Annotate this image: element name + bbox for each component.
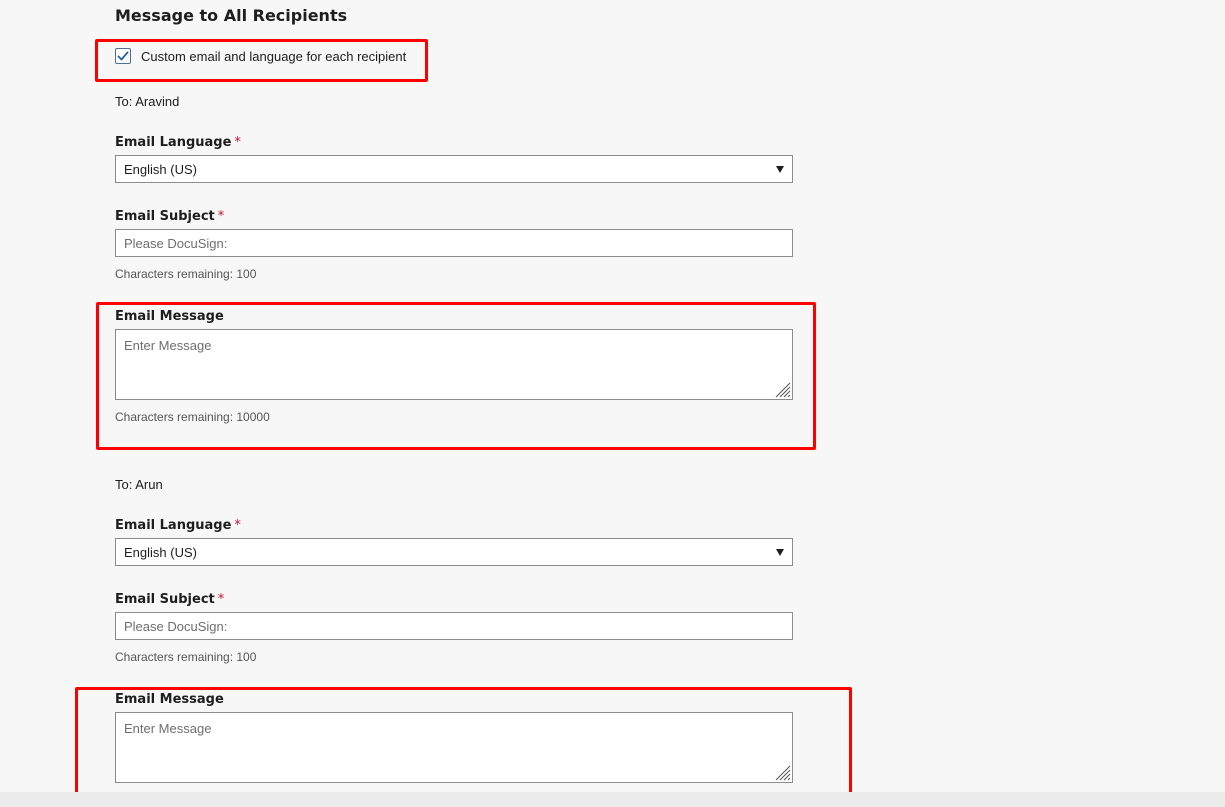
email-subject-label-text: Email Subject xyxy=(115,209,215,224)
email-message-textarea[interactable] xyxy=(115,712,793,783)
email-language-label-text: Email Language xyxy=(115,518,232,533)
required-marker: * xyxy=(234,518,241,533)
email-language-select[interactable]: English (US) xyxy=(115,155,793,183)
message-characters-remaining: Characters remaining: 10000 xyxy=(115,410,270,424)
email-language-label: Email Language * xyxy=(115,518,241,533)
email-language-selected-value: English (US) xyxy=(124,161,197,177)
subject-characters-remaining: Characters remaining: 100 xyxy=(115,650,257,664)
email-message-textarea[interactable] xyxy=(115,329,793,400)
message-settings-page: Message to All Recipients Custom email a… xyxy=(0,0,1225,807)
email-message-wrapper xyxy=(115,329,793,400)
email-language-label-text: Email Language xyxy=(115,135,232,150)
subject-characters-remaining: Characters remaining: 100 xyxy=(115,267,257,281)
email-subject-label: Email Subject * xyxy=(115,592,224,607)
email-subject-label-text: Email Subject xyxy=(115,592,215,607)
required-marker: * xyxy=(217,209,225,224)
custom-email-checkbox-row[interactable]: Custom email and language for each recip… xyxy=(115,48,406,64)
email-subject-label: Email Subject * xyxy=(115,209,224,224)
email-message-wrapper xyxy=(115,712,793,783)
required-marker: * xyxy=(234,135,241,150)
email-subject-input[interactable] xyxy=(115,229,793,257)
custom-email-checkbox[interactable] xyxy=(115,48,131,64)
recipient-to-label: To: Arun xyxy=(115,477,163,492)
resize-grip-icon[interactable] xyxy=(773,380,791,398)
bottom-scroll-region xyxy=(0,792,1225,807)
dropdown-arrow-icon xyxy=(776,549,784,556)
resize-grip-icon[interactable] xyxy=(773,763,791,781)
email-language-select[interactable]: English (US) xyxy=(115,538,793,566)
recipient-to-label: To: Aravind xyxy=(115,94,180,109)
section-title: Message to All Recipients xyxy=(115,6,348,25)
email-message-label: Email Message xyxy=(115,692,224,707)
custom-email-checkbox-label: Custom email and language for each recip… xyxy=(141,48,407,64)
dropdown-arrow-icon xyxy=(776,166,784,173)
email-language-selected-value: English (US) xyxy=(124,544,197,560)
email-subject-input[interactable] xyxy=(115,612,793,640)
required-marker: * xyxy=(217,592,225,607)
email-language-label: Email Language * xyxy=(115,135,241,150)
checkmark-icon xyxy=(117,51,129,61)
email-message-label: Email Message xyxy=(115,309,224,324)
